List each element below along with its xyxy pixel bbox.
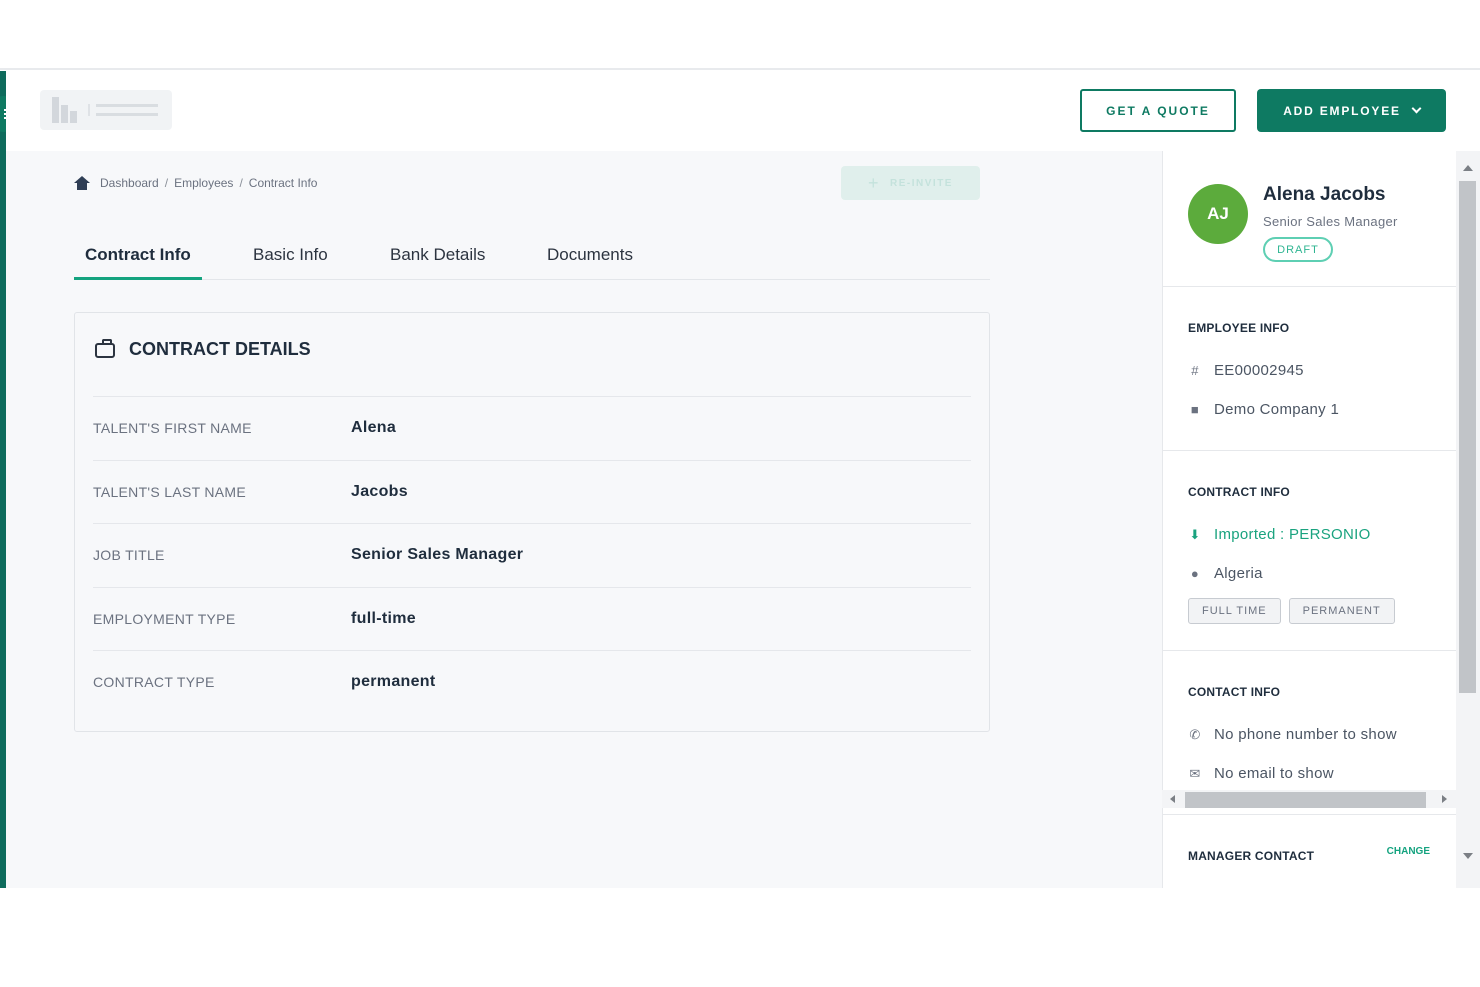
get-a-quote-button[interactable]: GET A QUOTE — [1080, 89, 1236, 132]
breadcrumb-separator: / — [239, 176, 243, 190]
download-icon: ⬇ — [1189, 526, 1201, 542]
briefcase-icon — [95, 339, 115, 358]
detail-rows: TALENT'S FIRST NAME Alena TALENT'S LAST … — [93, 396, 971, 714]
phone-value: No phone number to show — [1214, 726, 1397, 743]
re-invite-label: RE-INVITE — [890, 177, 953, 189]
table-row: TALENT'S FIRST NAME Alena — [93, 396, 971, 460]
tab-documents[interactable]: Documents — [547, 245, 633, 277]
company-value: Demo Company 1 — [1214, 401, 1340, 418]
chip-permanent: PERMANENT — [1288, 598, 1395, 624]
tab-basic-info[interactable]: Basic Info — [253, 245, 328, 277]
scrollbar-thumb[interactable] — [1185, 792, 1426, 808]
plus-icon: + — [868, 172, 881, 193]
breadcrumb-dashboard[interactable]: Dashboard — [100, 176, 159, 190]
change-manager-link[interactable]: CHANGE — [1387, 846, 1430, 857]
status-badge: DRAFT — [1263, 237, 1333, 262]
vertical-scrollbar[interactable] — [1456, 151, 1480, 888]
profile-summary: AJ Alena Jacobs Senior Sales Manager DRA… — [1163, 151, 1456, 287]
employee-name: Alena Jacobs — [1263, 184, 1386, 205]
section-title: CONTACT INFO — [1188, 685, 1281, 699]
scroll-down-icon[interactable] — [1463, 853, 1473, 859]
employee-side-panel: AJ Alena Jacobs Senior Sales Manager DRA… — [1162, 151, 1456, 888]
import-source: ⬇ Imported : PERSONIO — [1188, 526, 1456, 543]
section-title: CONTRACT INFO — [1188, 485, 1290, 499]
table-row: JOB TITLE Senior Sales Manager — [93, 523, 971, 587]
add-employee-button[interactable]: ADD EMPLOYEE — [1257, 89, 1446, 132]
employee-id: # EE00002945 — [1188, 362, 1456, 379]
contract-chips: FULL TIME PERMANENT — [1188, 598, 1456, 624]
contact-email: ✉ No email to show — [1188, 765, 1456, 782]
top-blank-area — [0, 0, 1480, 70]
breadcrumb-separator: / — [164, 176, 169, 190]
table-row: CONTRACT TYPE permanent — [93, 650, 971, 714]
employee-id-value: EE00002945 — [1214, 362, 1304, 379]
tab-bar: Contract Info Basic Info Bank Details Do… — [74, 231, 990, 280]
row-value: permanent — [351, 673, 436, 691]
scroll-left-icon[interactable] — [1170, 795, 1175, 803]
breadcrumb-contract-info: Contract Info — [248, 176, 318, 190]
app-window: GET A QUOTE ADD EMPLOYEE Dashboard / Emp… — [0, 71, 1480, 888]
employee-role: Senior Sales Manager — [1263, 214, 1398, 229]
row-label: JOB TITLE — [93, 547, 165, 564]
scroll-right-icon[interactable] — [1442, 795, 1447, 803]
manager-contact-section: MANAGER CONTACT CHANGE — [1163, 815, 1456, 888]
building-icon — [52, 97, 78, 123]
phone-icon: ✆ — [1189, 726, 1201, 742]
import-source-value: Imported : PERSONIO — [1214, 526, 1371, 543]
section-title: EMPLOYEE INFO — [1188, 321, 1290, 335]
main-content: Dashboard / Employees / Contract Info + … — [6, 151, 1162, 888]
row-value: Alena — [351, 419, 397, 437]
mail-icon: ✉ — [1189, 765, 1201, 781]
breadcrumb: Dashboard / Employees / Contract Info — [74, 176, 317, 190]
company-logo[interactable] — [40, 90, 172, 130]
table-row: TALENT'S LAST NAME Jacobs — [93, 459, 971, 524]
contact-phone: ✆ No phone number to show — [1188, 726, 1456, 743]
chevron-down-icon — [1411, 103, 1422, 114]
row-label: TALENT'S LAST NAME — [93, 483, 247, 500]
top-header: GET A QUOTE ADD EMPLOYEE — [6, 71, 1480, 151]
bottom-blank-area — [0, 888, 1480, 987]
email-value: No email to show — [1214, 765, 1334, 782]
location-pin-icon: ● — [1190, 566, 1200, 581]
horizontal-scrollbar[interactable] — [1162, 790, 1456, 808]
row-value: full-time — [351, 609, 416, 627]
scroll-up-icon[interactable] — [1463, 165, 1473, 171]
row-label: CONTRACT TYPE — [93, 674, 215, 691]
scrollbar-thumb[interactable] — [1459, 181, 1476, 693]
breadcrumb-employees[interactable]: Employees — [174, 176, 233, 190]
contract-details-card: CONTRACT DETAILS TALENT'S FIRST NAME Ale… — [74, 312, 990, 732]
tab-bank-details[interactable]: Bank Details — [390, 245, 485, 277]
card-header: CONTRACT DETAILS — [95, 339, 311, 360]
hash-icon: # — [1191, 363, 1199, 378]
country-value: Algeria — [1214, 565, 1263, 582]
re-invite-button[interactable]: + RE-INVITE — [841, 166, 980, 200]
row-value: Senior Sales Manager — [351, 546, 524, 564]
contract-info-section: CONTRACT INFO ⬇ Imported : PERSONIO ● Al… — [1163, 451, 1456, 651]
home-icon[interactable] — [74, 176, 90, 190]
employee-company: ■ Demo Company 1 — [1188, 401, 1456, 418]
card-title: CONTRACT DETAILS — [129, 339, 311, 359]
row-label: EMPLOYMENT TYPE — [93, 610, 236, 627]
chip-full-time: FULL TIME — [1188, 598, 1281, 624]
add-employee-label: ADD EMPLOYEE — [1283, 103, 1401, 118]
building-icon: ■ — [1190, 402, 1200, 417]
row-value: Jacobs — [351, 482, 408, 500]
contract-country: ● Algeria — [1188, 565, 1456, 582]
row-label: TALENT'S FIRST NAME — [93, 420, 252, 437]
avatar: AJ — [1188, 184, 1248, 244]
employee-info-section: EMPLOYEE INFO # EE00002945 ■ Demo Compan… — [1163, 287, 1456, 451]
table-row: EMPLOYMENT TYPE full-time — [93, 586, 971, 651]
tab-contract-info[interactable]: Contract Info — [74, 245, 202, 280]
